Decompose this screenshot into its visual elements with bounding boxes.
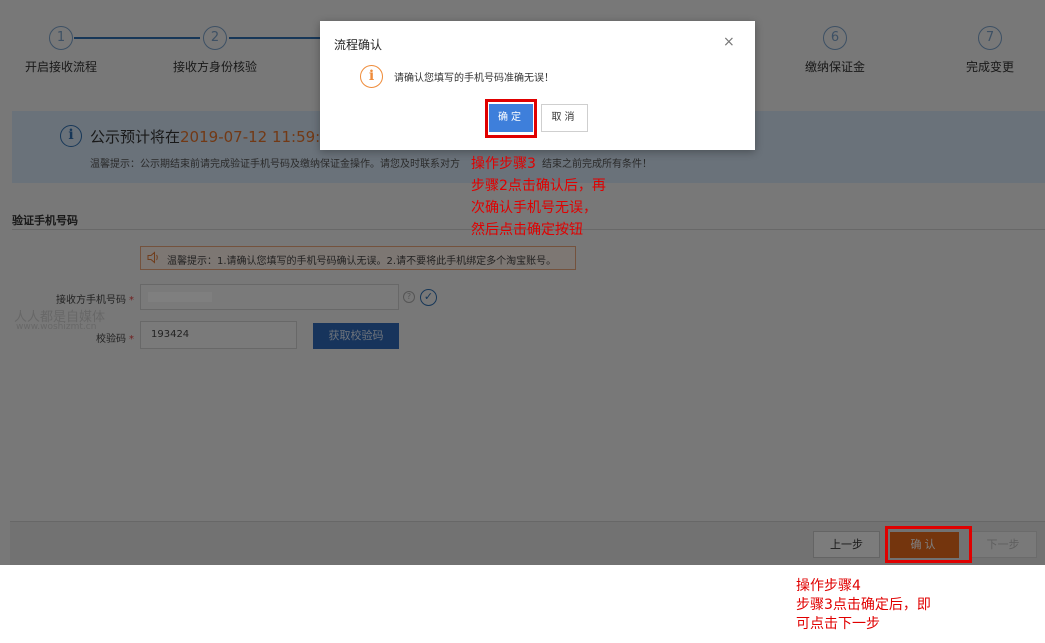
annotation-line: 操作步骤3 xyxy=(471,156,536,172)
dialog-title: 流程确认 xyxy=(334,38,383,52)
dialog-message: 请确认您填写的手机号码准确无误！ xyxy=(394,73,554,84)
annotation-step3: 操作步骤3 步骤2点击确认后，再 次确认手机号无误， 然后点击确定按钮 xyxy=(471,153,606,241)
annotation-line: 步骤3点击确定后，即 xyxy=(796,597,931,613)
annotation-line: 然后点击确定按钮 xyxy=(471,222,583,238)
close-icon[interactable]: × xyxy=(723,35,735,49)
dialog-cancel-button[interactable]: 取消 xyxy=(541,104,588,132)
annotation-line: 可点击下一步 xyxy=(796,616,880,632)
warning-info-icon: i xyxy=(360,65,383,88)
highlight-dialog-ok xyxy=(485,99,537,138)
annotation-line: 操作步骤4 xyxy=(796,578,861,594)
highlight-confirm xyxy=(885,526,972,563)
app-page: 1 开启接收流程 2 接收方身份核验 6 缴纳保证金 7 完成变更 i 公示预计… xyxy=(0,0,1045,565)
annotation-step4: 操作步骤4 步骤3点击确定后，即 可点击下一步 xyxy=(796,577,931,634)
screenshot-stage: 1 开启接收流程 2 接收方身份核验 6 缴纳保证金 7 完成变更 i 公示预计… xyxy=(0,0,1045,643)
annotation-line: 次确认手机号无误， xyxy=(471,200,597,216)
annotation-line: 步骤2点击确认后，再 xyxy=(471,178,606,194)
confirm-dialog: 流程确认 × i 请确认您填写的手机号码准确无误！ 确定 取消 xyxy=(320,21,755,150)
